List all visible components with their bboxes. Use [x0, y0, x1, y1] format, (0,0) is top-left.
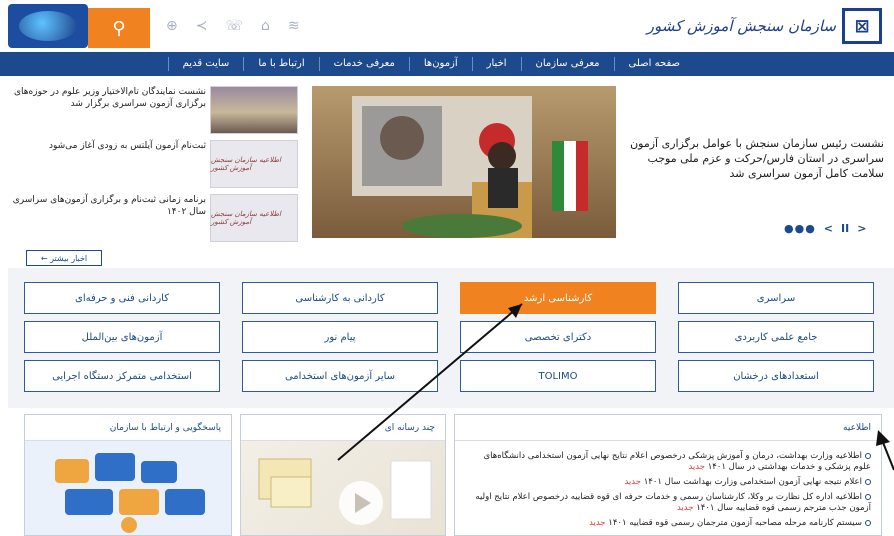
exam-btn-applied-science[interactable]: جامع علمی کاربردی [678, 321, 874, 353]
announcements-panel: اطلاعیه اطلاعیه وزارت بهداشت، درمان و آم… [454, 414, 882, 536]
exam-btn-payame-noor[interactable]: پیام نور [242, 321, 438, 353]
slider-dots[interactable]: ●●● [784, 222, 816, 235]
contact-image[interactable] [25, 441, 231, 535]
search-button[interactable]: ⚲ [88, 8, 150, 48]
top-icon-bar: ⊕ ≺ ☏ ⌂ ≋ [166, 18, 300, 34]
news-text[interactable]: ثبت‌نام آزمون آیلتس به زودی آغاز می‌شود [8, 140, 206, 152]
nav-item-home[interactable]: صفحه اصلی [613, 57, 694, 71]
news-thumbnail[interactable]: اطلاعیه سازمان سنجش آموزش کشور [210, 194, 298, 242]
bullet-icon [865, 519, 871, 526]
exam-btn-masters[interactable]: کارشناسی ارشد [460, 282, 656, 314]
news-item[interactable]: نشست نمایندگان تام‌الاختیار وزیر علوم در… [8, 86, 304, 140]
bullet-icon [865, 493, 871, 500]
exam-btn-sarasari[interactable]: سراسری [678, 282, 874, 314]
slider-caption[interactable]: نشست رئیس سازمان سنجش با عوامل برگزاری آ… [622, 136, 884, 181]
announcement-item[interactable]: اطلاعیه اداره کل نظارت بر وکلا، کارشناسا… [465, 492, 871, 514]
site-logo[interactable]: سازمان سنجش آموزش کشور ⊠ [647, 8, 882, 44]
slider-controls: ●●● < II > [784, 222, 866, 235]
slider-image[interactable] [312, 86, 616, 238]
exam-btn-other-employment[interactable]: سایر آزمون‌های استخدامی [242, 360, 438, 392]
rss-icon[interactable]: ≋ [288, 18, 300, 34]
logo-text: سازمان سنجش آموزش کشور [646, 17, 836, 35]
announcement-item[interactable]: اعلام نتیجه نهایی آزمون استخدامی وزارت ب… [465, 477, 871, 488]
bullet-icon [865, 452, 871, 459]
org-logo-icon: ⊠ [842, 8, 882, 44]
top-header: سازمان سنجش آموزش کشور ⊠ ⚲ ⊕ ≺ ☏ ⌂ ≋ [0, 0, 894, 52]
announcement-text: اطلاعیه اداره کل نظارت بر وکلا، کارشناسا… [475, 492, 871, 513]
contact-title[interactable]: پاسخگویی و ارتباط با سازمان [110, 423, 221, 433]
media-title[interactable]: چند رسانه ای [385, 423, 435, 433]
nav-item-contact[interactable]: ارتباط با ما [243, 57, 318, 71]
nav-item-exams[interactable]: آزمون‌ها [408, 57, 472, 71]
panel-header [455, 415, 881, 441]
share-icon[interactable]: ≺ [196, 18, 208, 34]
nav-item-services[interactable]: معرفی خدمات [318, 57, 409, 71]
announcement-text: سیستم کارنامه مرحله مصاحبه آزمون مترجمان… [608, 518, 862, 528]
phone-icon[interactable]: ☏ [225, 18, 243, 34]
exam-btn-central-employment[interactable]: استخدامی متمرکز دستگاه اجرایی [24, 360, 220, 392]
news-text[interactable]: نشست نمایندگان تام‌الاختیار وزیر علوم در… [8, 86, 206, 110]
news-list: نشست نمایندگان تام‌الاختیار وزیر علوم در… [8, 86, 304, 248]
exam-btn-international[interactable]: آزمون‌های بین‌الملل [24, 321, 220, 353]
exam-btn-technical-associate[interactable]: کاردانی فنی و حرفه‌ای [24, 282, 220, 314]
news-item[interactable]: اطلاعیه سازمان سنجش آموزش کشور ثبت‌نام آ… [8, 140, 304, 194]
globe-icon[interactable]: ⊕ [166, 18, 178, 34]
exam-btn-talents[interactable]: استعدادهای درخشان [678, 360, 874, 392]
more-news-button[interactable]: اخبار بیشتر ← [26, 250, 102, 266]
media-panel: چند رسانه ای [240, 414, 446, 536]
exam-btn-tolimo[interactable]: TOLIMO [460, 360, 656, 392]
slider-next-button[interactable]: > [857, 222, 866, 235]
news-thumbnail[interactable] [210, 86, 298, 134]
main-nav: صفحه اصلی معرفی سازمان اخبار آزمون‌ها مع… [0, 52, 894, 76]
nav-item-about[interactable]: معرفی سازمان [520, 57, 614, 71]
nav-item-news[interactable]: اخبار [471, 57, 521, 71]
new-badge: جدید [624, 477, 641, 487]
new-badge: جدید [688, 462, 705, 472]
contact-panel: پاسخگویی و ارتباط با سازمان [24, 414, 232, 536]
nav-item-old-site[interactable]: سایت قدیم [167, 57, 244, 71]
news-item[interactable]: اطلاعیه سازمان سنجش آموزش کشور برنامه زم… [8, 194, 304, 248]
announcement-text: اطلاعیه وزارت بهداشت، درمان و آموزش پزشک… [483, 451, 872, 472]
exam-btn-phd[interactable]: دکترای تخصصی [460, 321, 656, 353]
announcements-list: اطلاعیه وزارت بهداشت، درمان و آموزش پزشک… [465, 451, 871, 533]
announcement-item[interactable]: سیستم کارنامه مرحله مصاحبه آزمون مترجمان… [465, 518, 871, 529]
home-icon[interactable]: ⌂ [261, 18, 270, 34]
new-badge: جدید [589, 518, 606, 528]
announcement-text: اعلام نتیجه نهایی آزمون استخدامی وزارت ب… [643, 477, 862, 487]
annotation-arrow-line [881, 439, 894, 471]
emblem-icon[interactable] [8, 4, 88, 48]
search-icon: ⚲ [112, 17, 126, 39]
slider-prev-button[interactable]: < [824, 222, 833, 235]
news-text[interactable]: برنامه زمانی ثبت‌نام و برگزاری آزمون‌های… [8, 194, 206, 218]
media-image[interactable] [241, 441, 445, 535]
announcements-title[interactable]: اطلاعیه [843, 423, 871, 433]
slider-pause-button[interactable]: II [841, 222, 849, 235]
news-thumbnail[interactable]: اطلاعیه سازمان سنجش آموزش کشور [210, 140, 298, 188]
announcement-item[interactable]: اطلاعیه وزارت بهداشت، درمان و آموزش پزشک… [465, 451, 871, 473]
new-badge: جدید [676, 503, 694, 513]
exam-btn-associate-to-bachelor[interactable]: کاردانی به کارشناسی [242, 282, 438, 314]
bullet-icon [865, 478, 871, 485]
